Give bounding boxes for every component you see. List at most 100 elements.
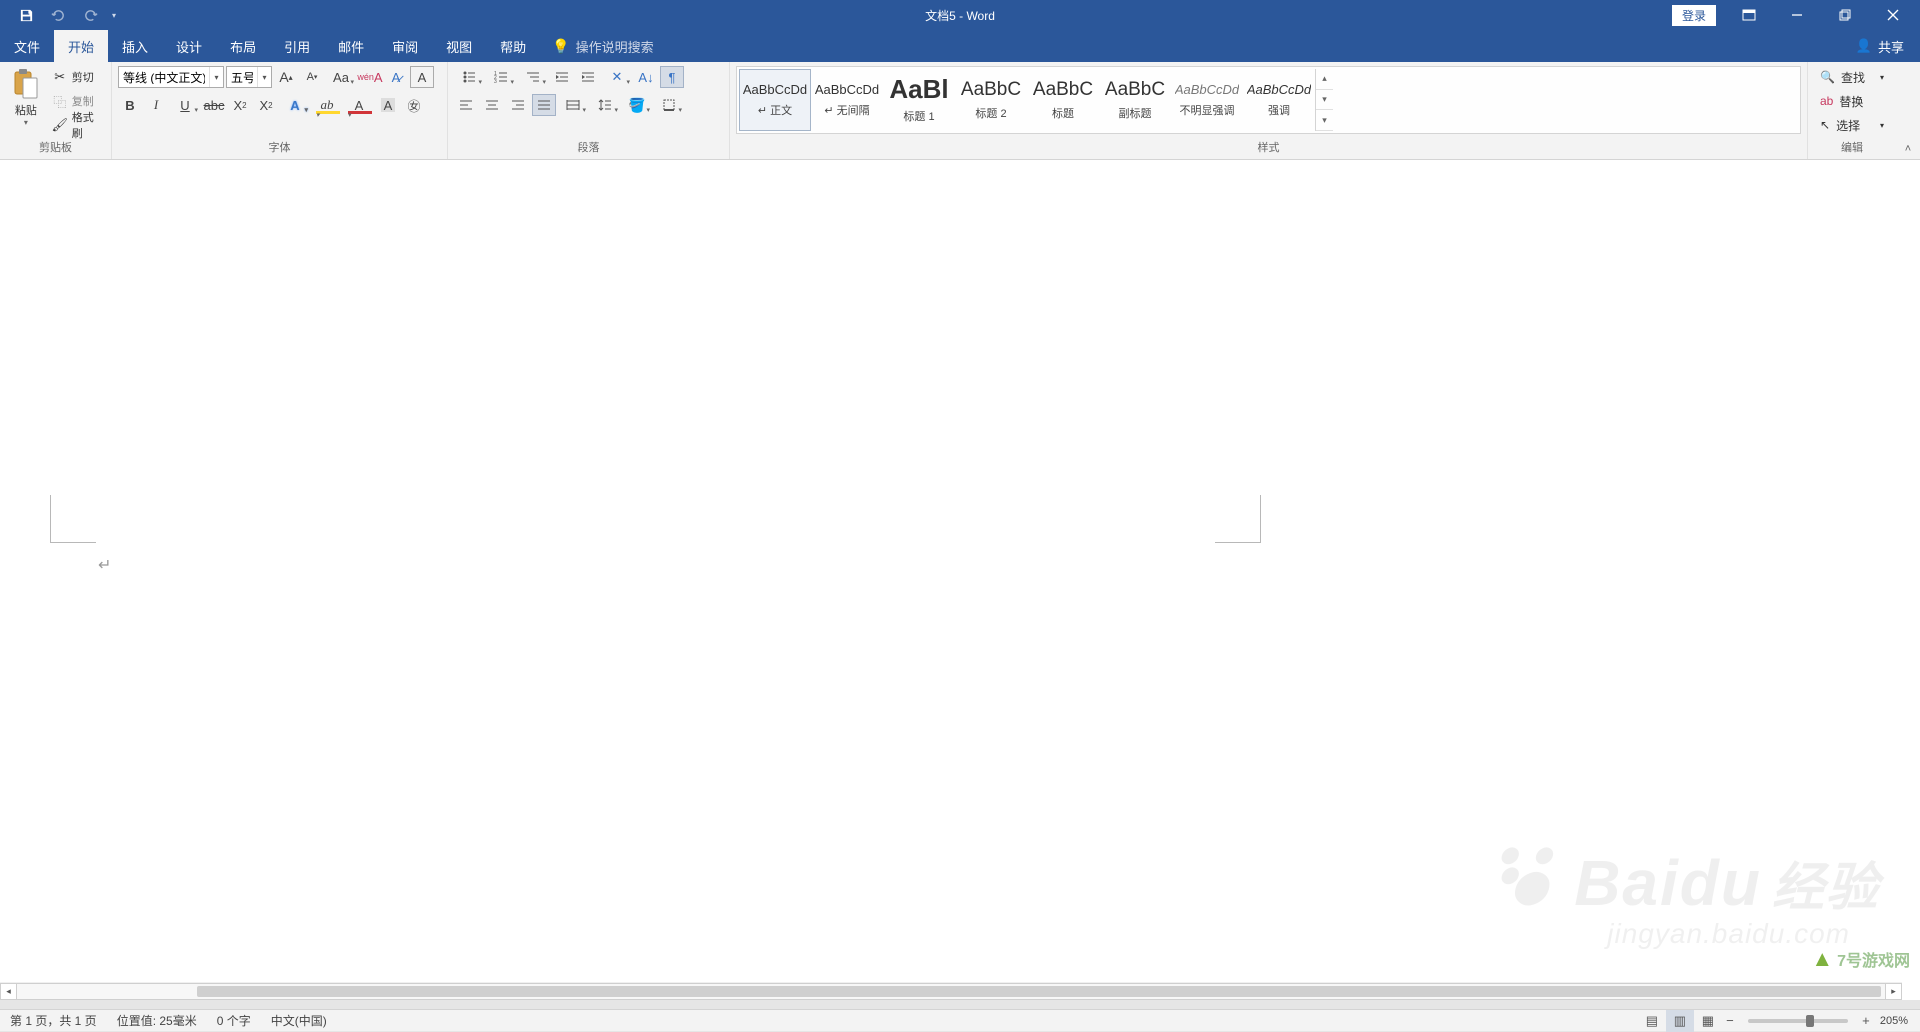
align-center-button[interactable]	[480, 94, 504, 116]
zoom-in-button[interactable]: +	[1858, 1013, 1874, 1028]
maximize-button[interactable]	[1822, 0, 1868, 30]
style-item-3[interactable]: AaBbC标题 2	[955, 69, 1027, 131]
gallery-more-button[interactable]: ▾	[1316, 110, 1333, 131]
font-color-button[interactable]: A	[344, 94, 374, 116]
undo-button[interactable]	[44, 1, 72, 29]
align-left-button[interactable]	[454, 94, 478, 116]
collapse-ribbon-button[interactable]: ˄	[1896, 62, 1920, 159]
styles-gallery[interactable]: AaBbCcDd↵ 正文AaBbCcDd↵ 无间隔AaBl标题 1AaBbC标题…	[736, 66, 1801, 134]
font-size-input[interactable]	[227, 70, 257, 84]
group-editing: 🔍 查找 ▾ ab 替换 ↖ 选择 ▾ 编辑	[1808, 62, 1896, 159]
shrink-font-button[interactable]: A▾	[300, 66, 324, 88]
increase-indent-button[interactable]	[576, 66, 600, 88]
tab-view[interactable]: 视图	[432, 30, 486, 62]
gallery-up-button[interactable]: ▴	[1316, 69, 1333, 90]
gallery-down-button[interactable]: ▾	[1316, 90, 1333, 111]
decrease-indent-button[interactable]	[550, 66, 574, 88]
find-button[interactable]: 🔍 查找 ▾	[1814, 66, 1890, 88]
tab-design[interactable]: 设计	[162, 30, 216, 62]
close-button[interactable]	[1870, 0, 1916, 30]
italic-button[interactable]: I	[144, 94, 168, 116]
login-button[interactable]: 登录	[1672, 5, 1716, 26]
tell-me-search[interactable]: 💡 操作说明搜索	[540, 30, 653, 62]
scroll-track[interactable]	[17, 983, 1885, 1000]
style-item-5[interactable]: AaBbC副标题	[1099, 69, 1171, 131]
clear-formatting-button[interactable]: A̷	[384, 66, 408, 88]
tab-home[interactable]: 开始	[54, 30, 108, 62]
save-button[interactable]	[12, 1, 40, 29]
enclose-characters-button[interactable]: ㊛	[402, 94, 426, 116]
show-hide-button[interactable]: ¶	[660, 66, 684, 88]
tab-mailings[interactable]: 邮件	[324, 30, 378, 62]
underline-button[interactable]: U	[170, 94, 200, 116]
redo-button[interactable]	[76, 1, 104, 29]
replace-button[interactable]: ab 替换	[1814, 90, 1890, 112]
document-area[interactable]: ↵ Baidu 经验 jingyan.baidu.com ▲ 7号游戏网 ◂ ▸	[0, 160, 1920, 1000]
justify-button[interactable]	[532, 94, 556, 116]
font-name-combo[interactable]: ▾	[118, 66, 224, 88]
status-language[interactable]: 中文(中国)	[261, 1010, 337, 1031]
shading-button[interactable]: 🪣	[622, 94, 652, 116]
numbering-button[interactable]: 123	[486, 66, 516, 88]
tab-insert[interactable]: 插入	[108, 30, 162, 62]
sort-button[interactable]: A↓	[634, 66, 658, 88]
borders-button[interactable]	[654, 94, 684, 116]
character-border-button[interactable]: A	[410, 66, 434, 88]
superscript-button[interactable]: X2	[254, 94, 278, 116]
tab-references[interactable]: 引用	[270, 30, 324, 62]
chevron-down-icon[interactable]: ▾	[257, 67, 271, 87]
read-mode-button[interactable]: ▤	[1638, 1010, 1666, 1032]
style-item-2[interactable]: AaBl标题 1	[883, 69, 955, 131]
bullets-button[interactable]	[454, 66, 484, 88]
ribbon-display-options-button[interactable]	[1726, 0, 1772, 30]
select-button[interactable]: ↖ 选择 ▾	[1814, 114, 1890, 136]
zoom-handle[interactable]	[1806, 1015, 1814, 1027]
phonetic-guide-button[interactable]: wénA	[358, 66, 382, 88]
tab-file[interactable]: 文件	[0, 30, 54, 62]
zoom-out-button[interactable]: −	[1722, 1013, 1738, 1028]
style-item-1[interactable]: AaBbCcDd↵ 无间隔	[811, 69, 883, 131]
page-canvas[interactable]: ↵ Baidu 经验 jingyan.baidu.com ▲ 7号游戏网	[0, 160, 1920, 1000]
tab-layout[interactable]: 布局	[216, 30, 270, 62]
strikethrough-button[interactable]: abc	[202, 94, 226, 116]
scroll-thumb[interactable]	[197, 986, 1881, 997]
status-page[interactable]: 第 1 页，共 1 页	[0, 1010, 107, 1031]
paste-button[interactable]: 粘贴 ▾	[6, 66, 46, 129]
asian-layout-button[interactable]: ✕	[602, 66, 632, 88]
status-word-count[interactable]: 0 个字	[207, 1010, 261, 1031]
grow-font-button[interactable]: A▴	[274, 66, 298, 88]
cut-button[interactable]: ✂ 剪切	[48, 66, 105, 88]
style-item-4[interactable]: AaBbC标题	[1027, 69, 1099, 131]
text-effects-button[interactable]: A	[280, 94, 310, 116]
font-size-combo[interactable]: ▾	[226, 66, 272, 88]
character-shading-button[interactable]: A	[376, 94, 400, 116]
minimize-button[interactable]	[1774, 0, 1820, 30]
scroll-right-button[interactable]: ▸	[1885, 983, 1902, 1000]
change-case-button[interactable]: Aa	[326, 66, 356, 88]
status-position[interactable]: 位置值: 25毫米	[107, 1010, 207, 1031]
multilevel-list-button[interactable]	[518, 66, 548, 88]
tab-help[interactable]: 帮助	[486, 30, 540, 62]
tab-review[interactable]: 审阅	[378, 30, 432, 62]
copy-button[interactable]: ⿻ 复制	[48, 90, 105, 112]
style-item-0[interactable]: AaBbCcDd↵ 正文	[739, 69, 811, 131]
distributed-button[interactable]	[558, 94, 588, 116]
format-painter-button[interactable]: 🖌 格式刷	[48, 114, 105, 136]
highlight-button[interactable]: ab	[312, 94, 342, 116]
qat-customize-dropdown[interactable]: ▾	[108, 11, 120, 20]
subscript-button[interactable]: X2	[228, 94, 252, 116]
share-button[interactable]: 👤 共享	[1840, 30, 1920, 62]
chevron-down-icon[interactable]: ▾	[209, 67, 223, 87]
zoom-slider[interactable]	[1748, 1019, 1848, 1023]
web-layout-button[interactable]: ▦	[1694, 1010, 1722, 1032]
line-spacing-button[interactable]	[590, 94, 620, 116]
align-right-button[interactable]	[506, 94, 530, 116]
font-name-input[interactable]	[119, 70, 209, 84]
style-item-7[interactable]: AaBbCcDd强调	[1243, 69, 1315, 131]
bold-button[interactable]: B	[118, 94, 142, 116]
scroll-left-button[interactable]: ◂	[0, 983, 17, 1000]
style-item-6[interactable]: AaBbCcDd不明显强调	[1171, 69, 1243, 131]
horizontal-scrollbar[interactable]: ◂ ▸	[0, 982, 1902, 1000]
zoom-percentage[interactable]: 205%	[1874, 1015, 1914, 1027]
print-layout-button[interactable]: ▥	[1666, 1010, 1694, 1032]
